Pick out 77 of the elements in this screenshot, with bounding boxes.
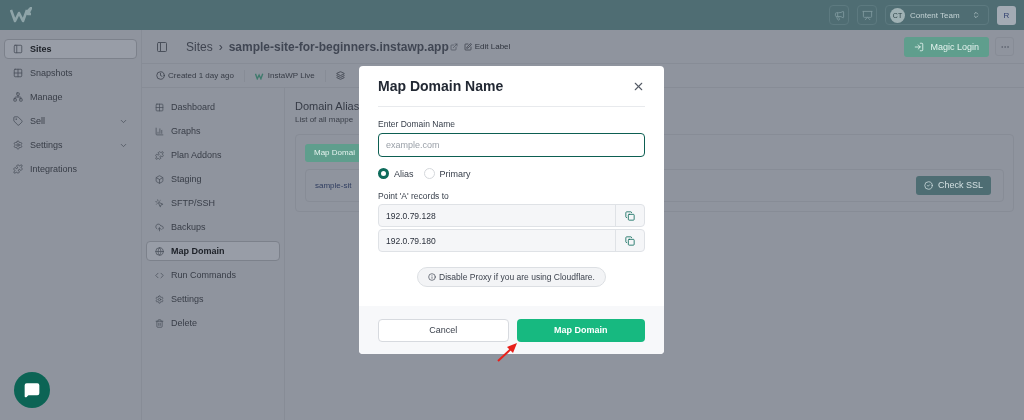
breadcrumb-link[interactable]: Sites: [186, 39, 213, 54]
platform-logo-icon: [254, 71, 265, 80]
created-text: Created 1 day ago: [168, 71, 234, 80]
sidebar-item-icon: [13, 140, 23, 150]
user-avatar[interactable]: R: [997, 5, 1016, 25]
edit-label-button[interactable]: Edit Label: [463, 42, 511, 51]
sidebar-item-icon: [13, 44, 23, 54]
copy-icon: [625, 210, 635, 221]
site-nav-item[interactable]: Backups: [146, 217, 280, 237]
site-nav-icon: [155, 198, 164, 208]
presentation-button[interactable]: [857, 5, 877, 25]
megaphone-button[interactable]: [829, 5, 849, 25]
site-nav-item[interactable]: Dashboard: [146, 97, 280, 117]
radio-option[interactable]: Primary: [423, 168, 471, 179]
site-nav-icon: [155, 126, 164, 136]
site-nav-item[interactable]: Staging: [146, 169, 280, 189]
map-domain-submit-button[interactable]: Map Domain: [516, 318, 645, 342]
layers-icon: [335, 71, 345, 80]
check-circle-icon: [923, 180, 933, 190]
sidebar-item[interactable]: Sell: [4, 111, 137, 131]
sidebar-item[interactable]: Settings: [4, 135, 137, 155]
site-nav-icon: [155, 318, 164, 328]
breadcrumb-separator: ›: [218, 39, 223, 54]
radio-option[interactable]: Alias: [378, 168, 414, 179]
presentation-icon: [861, 9, 873, 21]
site-name: sample-site-for-beginners.instawp.app: [228, 39, 449, 54]
record-field: 192.0.79.128: [378, 204, 645, 227]
site-nav-icon: [155, 150, 164, 160]
copy-icon: [625, 235, 635, 246]
more-button[interactable]: [995, 37, 1014, 56]
chat-icon: [24, 382, 40, 398]
sidebar-item[interactable]: Snapshots: [4, 63, 137, 83]
proxy-note: Disable Proxy if you are using Cloudflare.: [417, 267, 606, 287]
login-icon: [914, 41, 925, 52]
check-ssl-button[interactable]: Check SSL: [915, 175, 991, 195]
site-nav-icon: [155, 102, 164, 112]
sidebar-item[interactable]: Manage: [4, 87, 137, 107]
site-nav-icon: [155, 222, 164, 232]
platform-text: InstaWP Live: [267, 71, 315, 80]
section-subtitle: List of all mappe: [295, 115, 354, 124]
dialog-title: Map Domain Name: [378, 78, 504, 94]
megaphone-icon: [833, 9, 845, 21]
radio-circle[interactable]: [378, 168, 389, 179]
site-nav-icon: [155, 174, 164, 184]
magic-login-button[interactable]: Magic Login: [904, 36, 989, 57]
sidebar-item[interactable]: Sites: [4, 39, 137, 59]
external-link-icon[interactable]: [449, 42, 458, 51]
arrow-icon: [496, 341, 518, 363]
clock-icon: [156, 71, 165, 80]
domain-input-field[interactable]: example.com: [378, 133, 645, 157]
logo-icon: [10, 7, 32, 23]
site-nav-icon: [155, 246, 164, 256]
site-nav-item[interactable]: Graphs: [146, 121, 280, 141]
site-nav-icon: [155, 294, 164, 304]
cancel-button[interactable]: Cancel: [378, 318, 509, 342]
sidebar-item-icon: [13, 68, 23, 78]
site-nav-item[interactable]: SFTP/SSH: [146, 193, 280, 213]
site-nav-item[interactable]: Settings: [146, 289, 280, 309]
sidebar-item-icon: [13, 92, 23, 102]
records-label: Point 'A' records to: [378, 191, 450, 201]
field-label: Enter Domain Name: [378, 119, 456, 129]
edit-icon: [463, 42, 472, 51]
chevrons-icon: [972, 11, 980, 19]
info-icon: [428, 273, 437, 281]
section-title: Domain Alias: [295, 100, 360, 112]
site-nav-item[interactable]: Run Commands: [146, 265, 280, 285]
chat-button[interactable]: [14, 372, 50, 408]
site-nav-icon: [155, 270, 164, 280]
site-nav-item[interactable]: Plan Addons: [146, 145, 280, 165]
sidebar-item-icon: [13, 116, 23, 126]
sidebar-item-icon: [13, 164, 23, 174]
sidebar-toggle-icon[interactable]: [156, 40, 168, 53]
domain-link[interactable]: sample-sit: [315, 180, 352, 190]
sidebar-item[interactable]: Integrations: [4, 159, 137, 179]
record-field: 192.0.79.180: [378, 229, 645, 252]
site-nav-item[interactable]: Delete: [146, 313, 280, 333]
site-nav-item[interactable]: Map Domain: [146, 241, 280, 261]
